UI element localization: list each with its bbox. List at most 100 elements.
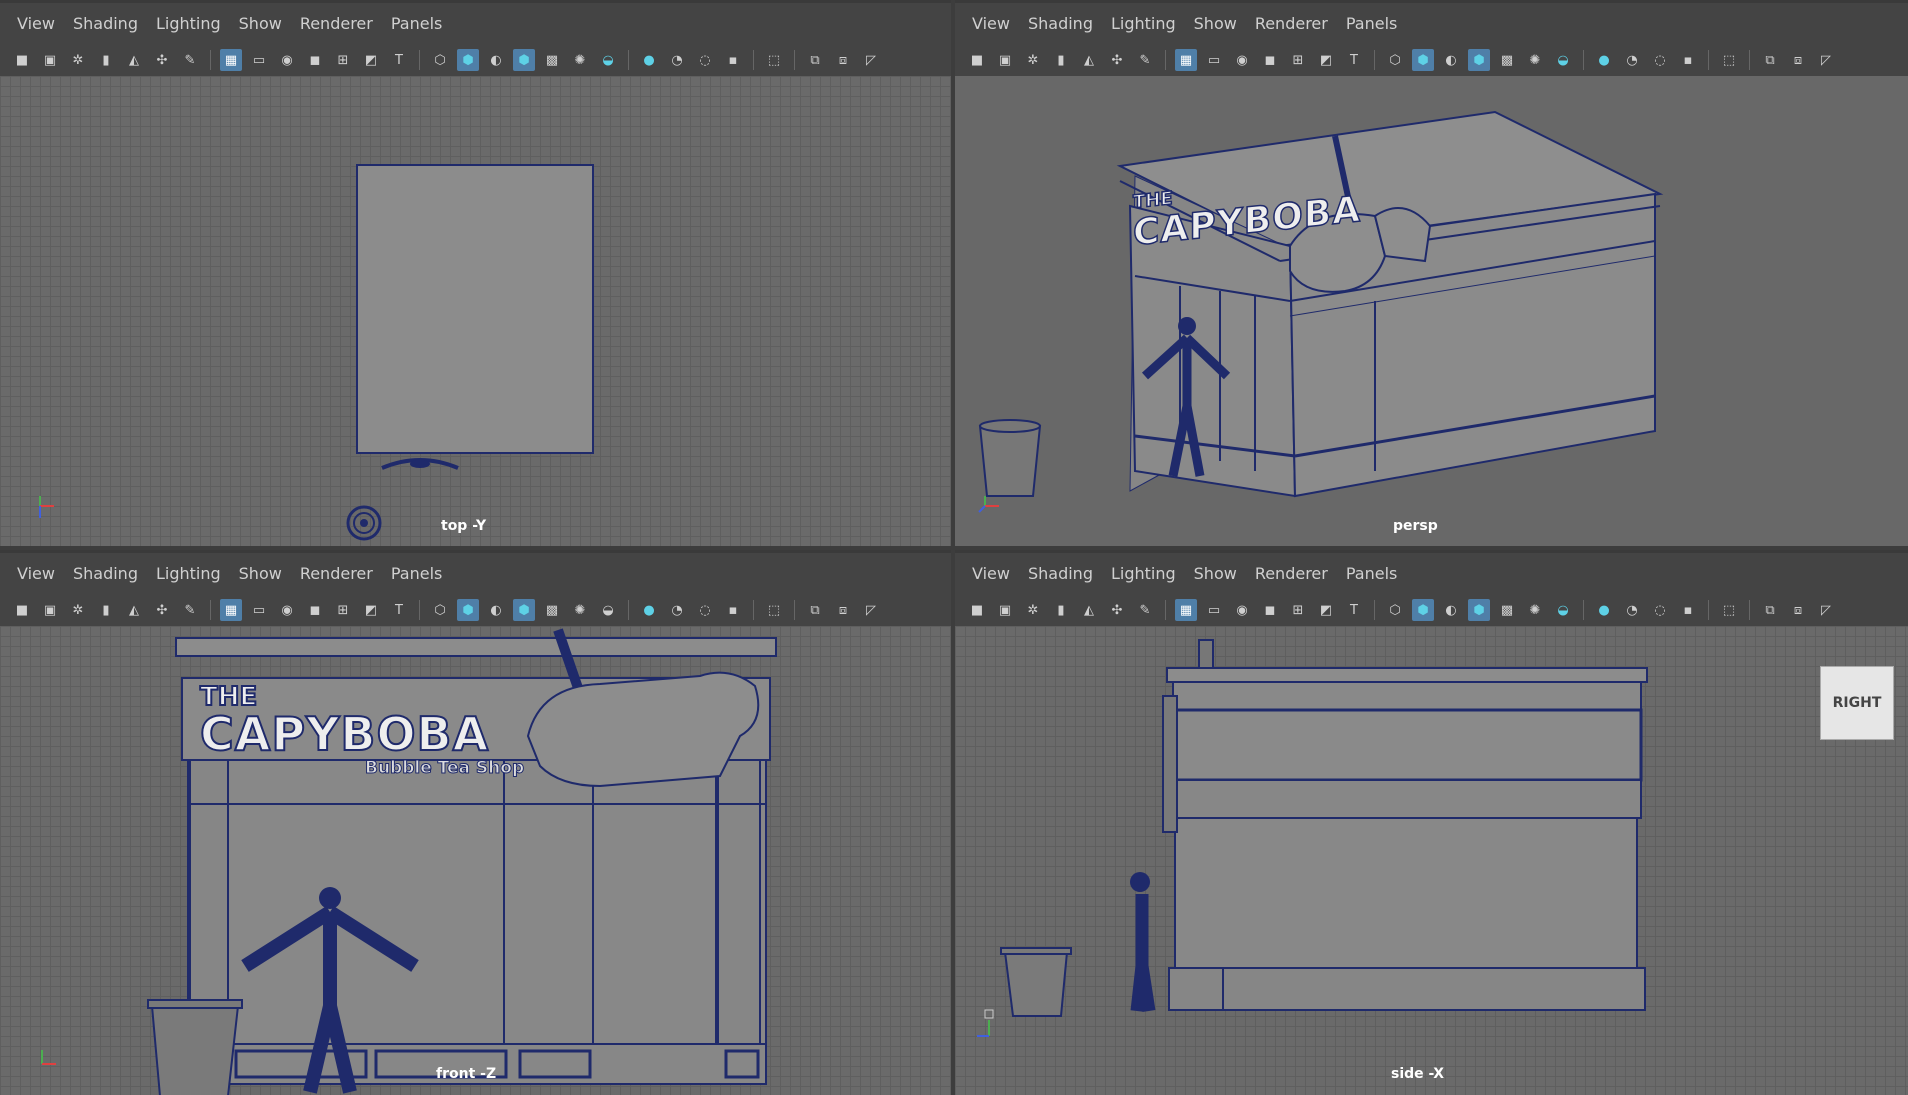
viewport-top[interactable]: top -Y (0, 76, 951, 546)
wireframe-icon[interactable]: ⬡ (429, 49, 451, 71)
field-chart-icon[interactable]: ⊞ (1287, 599, 1309, 621)
menu-panels[interactable]: Panels (1346, 14, 1398, 33)
menu-panels[interactable]: Panels (1346, 564, 1398, 583)
wireframe-icon[interactable]: ⬡ (1384, 599, 1406, 621)
resolution-gate-icon[interactable]: ◉ (1231, 49, 1253, 71)
anti-aliasing-icon[interactable]: ◌ (694, 599, 716, 621)
wireframe-on-shaded-icon[interactable]: ⬢ (1468, 599, 1490, 621)
safe-title-icon[interactable]: T (388, 599, 410, 621)
isolate-select-icon[interactable]: ⬚ (763, 49, 785, 71)
bookmark-icon[interactable]: ▮ (1050, 599, 1072, 621)
resolution-gate-icon[interactable]: ◉ (276, 599, 298, 621)
menu-show[interactable]: Show (1194, 564, 1237, 583)
xray-joints-icon[interactable]: ⧈ (832, 49, 854, 71)
viewport-persp[interactable]: persp (955, 76, 1908, 546)
textured-icon[interactable]: ▩ (1496, 599, 1518, 621)
smooth-shade-icon[interactable]: ⬢ (457, 599, 479, 621)
gate-mask-icon[interactable]: ◼ (304, 599, 326, 621)
bookmark-icon[interactable]: ▮ (95, 49, 117, 71)
wireframe-on-shaded-icon[interactable]: ⬢ (513, 599, 535, 621)
film-gate-icon[interactable]: ▭ (248, 599, 270, 621)
grease-pencil-icon[interactable]: ✎ (179, 599, 201, 621)
depth-of-field-icon[interactable]: ▪ (1677, 599, 1699, 621)
film-gate-icon[interactable]: ▭ (1203, 599, 1225, 621)
viewcube-right[interactable]: RIGHT (1820, 666, 1894, 740)
image-plane-icon[interactable]: ◭ (1078, 599, 1100, 621)
grease-pencil-icon[interactable]: ✎ (1134, 49, 1156, 71)
motion-blur-icon[interactable]: ◔ (1621, 49, 1643, 71)
xray-icon[interactable]: ⧉ (804, 599, 826, 621)
menu-show[interactable]: Show (239, 564, 282, 583)
field-chart-icon[interactable]: ⊞ (332, 49, 354, 71)
viewport-panel-side[interactable]: View Shading Lighting Show Renderer Pane… (955, 550, 1908, 1095)
textured-icon[interactable]: ▩ (541, 49, 563, 71)
menu-shading[interactable]: Shading (1028, 564, 1093, 583)
safe-title-icon[interactable]: T (1343, 599, 1365, 621)
viewport-panel-front[interactable]: View Shading Lighting Show Renderer Pane… (0, 550, 951, 1095)
safe-action-icon[interactable]: ◩ (360, 49, 382, 71)
safe-action-icon[interactable]: ◩ (1315, 599, 1337, 621)
default-material-icon[interactable]: ◐ (485, 49, 507, 71)
camera-attributes-icon[interactable]: ▣ (994, 599, 1016, 621)
screen-space-ao-icon[interactable]: ● (638, 49, 660, 71)
camera-attributes-icon[interactable]: ▣ (994, 49, 1016, 71)
bookmark-icon[interactable]: ▮ (1050, 49, 1072, 71)
shadows-icon[interactable]: ◒ (1552, 599, 1574, 621)
menu-view[interactable]: View (972, 14, 1010, 33)
menu-renderer[interactable]: Renderer (300, 14, 373, 33)
depth-of-field-icon[interactable]: ▪ (722, 49, 744, 71)
camera-gear-icon[interactable]: ✲ (1022, 599, 1044, 621)
depth-of-field-icon[interactable]: ▪ (1677, 49, 1699, 71)
camera-icon[interactable]: ■ (966, 599, 988, 621)
field-chart-icon[interactable]: ⊞ (332, 599, 354, 621)
camera-attributes-icon[interactable]: ▣ (39, 599, 61, 621)
textured-icon[interactable]: ▩ (1496, 49, 1518, 71)
viewport-side[interactable]: RIGHT side -X (955, 626, 1908, 1095)
textured-icon[interactable]: ▩ (541, 599, 563, 621)
field-chart-icon[interactable]: ⊞ (1287, 49, 1309, 71)
gate-mask-icon[interactable]: ◼ (304, 49, 326, 71)
menu-view[interactable]: View (17, 564, 55, 583)
bookmark-icon[interactable]: ▮ (95, 599, 117, 621)
screen-space-ao-icon[interactable]: ● (1593, 599, 1615, 621)
xray-components-icon[interactable]: ◸ (860, 49, 882, 71)
depth-of-field-icon[interactable]: ▪ (722, 599, 744, 621)
lights-icon[interactable]: ✺ (1524, 49, 1546, 71)
image-plane-icon[interactable]: ◭ (1078, 49, 1100, 71)
default-material-icon[interactable]: ◐ (1440, 599, 1462, 621)
resolution-gate-icon[interactable]: ◉ (276, 49, 298, 71)
menu-view[interactable]: View (17, 14, 55, 33)
xray-components-icon[interactable]: ◸ (1815, 49, 1837, 71)
camera-gear-icon[interactable]: ✲ (67, 599, 89, 621)
viewport-panel-top[interactable]: View Shading Lighting Show Renderer Pane… (0, 0, 951, 546)
menu-shading[interactable]: Shading (73, 14, 138, 33)
resolution-gate-icon[interactable]: ◉ (1231, 599, 1253, 621)
default-material-icon[interactable]: ◐ (485, 599, 507, 621)
grid-icon[interactable]: ▦ (1175, 599, 1197, 621)
safe-action-icon[interactable]: ◩ (1315, 49, 1337, 71)
menu-renderer[interactable]: Renderer (300, 564, 373, 583)
menu-lighting[interactable]: Lighting (1111, 14, 1176, 33)
pan-zoom-icon[interactable]: ✣ (151, 49, 173, 71)
xray-icon[interactable]: ⧉ (1759, 599, 1781, 621)
shadows-icon[interactable]: ◒ (597, 49, 619, 71)
motion-blur-icon[interactable]: ◔ (1621, 599, 1643, 621)
gate-mask-icon[interactable]: ◼ (1259, 49, 1281, 71)
smooth-shade-icon[interactable]: ⬢ (1412, 599, 1434, 621)
menu-renderer[interactable]: Renderer (1255, 564, 1328, 583)
lights-icon[interactable]: ✺ (1524, 599, 1546, 621)
menu-shading[interactable]: Shading (1028, 14, 1093, 33)
grid-icon[interactable]: ▦ (1175, 49, 1197, 71)
menu-panels[interactable]: Panels (391, 564, 443, 583)
wireframe-icon[interactable]: ⬡ (1384, 49, 1406, 71)
image-plane-icon[interactable]: ◭ (123, 599, 145, 621)
gate-mask-icon[interactable]: ◼ (1259, 599, 1281, 621)
menu-show[interactable]: Show (239, 14, 282, 33)
safe-title-icon[interactable]: T (1343, 49, 1365, 71)
wireframe-on-shaded-icon[interactable]: ⬢ (513, 49, 535, 71)
anti-aliasing-icon[interactable]: ◌ (1649, 599, 1671, 621)
xray-icon[interactable]: ⧉ (804, 49, 826, 71)
xray-joints-icon[interactable]: ⧈ (832, 599, 854, 621)
xray-components-icon[interactable]: ◸ (1815, 599, 1837, 621)
lights-icon[interactable]: ✺ (569, 49, 591, 71)
